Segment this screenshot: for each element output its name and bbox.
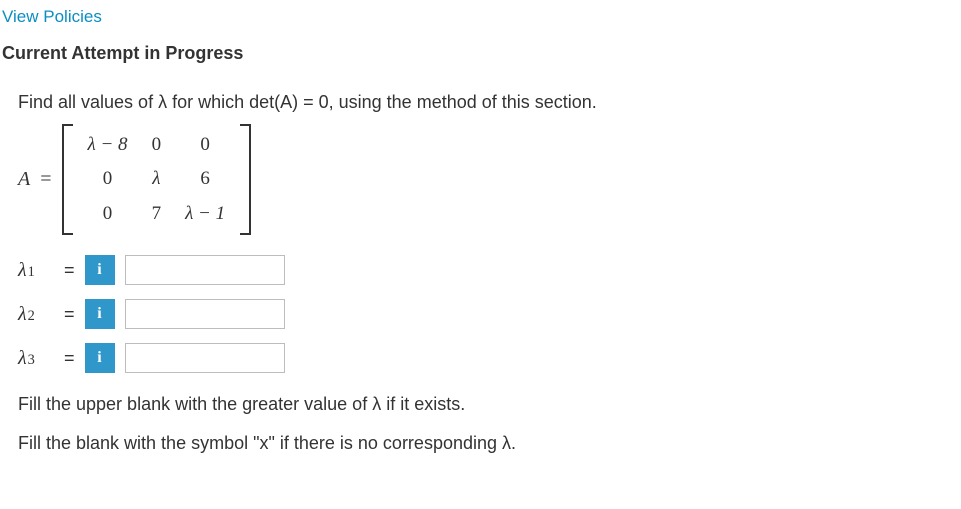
matrix-cell: 0 [173,128,237,163]
matrix-cell: 0 [76,162,140,197]
matrix-equation: A = λ − 8 0 0 0 λ 6 0 7 λ − 1 [18,124,961,236]
lambda-2-label: λ2 [18,299,54,329]
equals-sign: = [64,257,75,284]
lambda-3-label: λ3 [18,343,54,373]
matrix-cell: λ − 1 [173,197,237,232]
lambda-3-input[interactable] [125,343,285,373]
instruction-line-1: Fill the upper blank with the greater va… [18,391,961,418]
matrix-cell: 6 [173,162,237,197]
question-prompt: Find all values of λ for which det(A) = … [18,89,961,116]
equals-sign: = [64,345,75,372]
matrix-cell: 7 [140,197,174,232]
answer-row-1: λ1 = i [18,255,961,285]
matrix-cell: λ [140,162,174,197]
matrix-cell: 0 [76,197,140,232]
equals-sign: = [64,301,75,328]
lambda-1-input[interactable] [125,255,285,285]
info-icon[interactable]: i [85,255,115,285]
equals-sign: = [40,164,51,194]
info-icon[interactable]: i [85,299,115,329]
lambda-2-input[interactable] [125,299,285,329]
lambda-1-label: λ1 [18,255,54,285]
matrix-cell: λ − 8 [76,128,140,163]
instruction-line-2: Fill the blank with the symbol "x" if th… [18,430,961,457]
matrix-cell: 0 [140,128,174,163]
answer-row-3: λ3 = i [18,343,961,373]
answer-row-2: λ2 = i [18,299,961,329]
view-policies-link[interactable]: View Policies [0,0,961,34]
instructions: Fill the upper blank with the greater va… [18,391,961,457]
question-content: Find all values of λ for which det(A) = … [0,81,961,458]
matrix-label: A [18,164,30,194]
attempt-heading: Current Attempt in Progress [0,34,961,81]
matrix: λ − 8 0 0 0 λ 6 0 7 λ − 1 [62,124,252,236]
info-icon[interactable]: i [85,343,115,373]
